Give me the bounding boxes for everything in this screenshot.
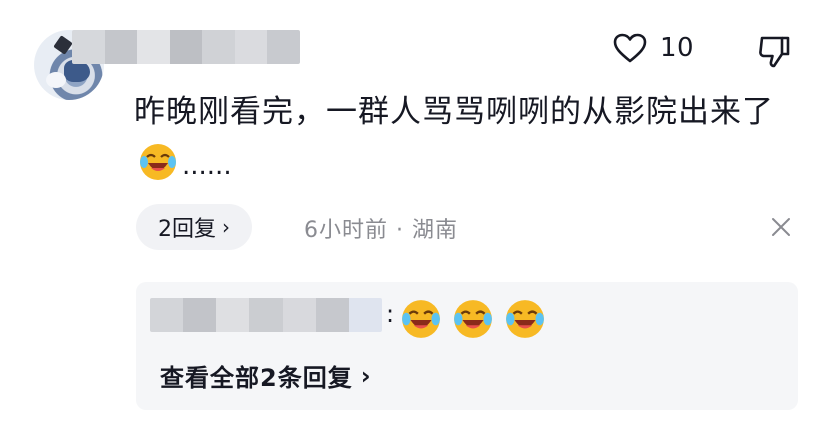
laughing-crying-emoji-icon [140,144,176,180]
reply-preview[interactable]: : 查看全部2条回复 › [136,282,798,410]
close-icon[interactable] [770,216,792,238]
username-blurred[interactable] [72,30,300,64]
reply-username-blurred[interactable] [150,298,382,332]
reply-colon: : [386,300,395,328]
view-all-replies-link[interactable]: 查看全部2条回复 › [160,358,372,393]
laughing-crying-emoji-icon [402,300,440,338]
like-count: 10 [660,33,695,63]
comment-body: 昨晚刚看完，一群人骂骂咧咧的从影院出来了 ...... [134,86,814,192]
heart-icon[interactable] [612,32,648,64]
reply-count-label: 2回复 [158,217,216,242]
dislike-icon[interactable] [756,34,792,70]
laughing-crying-emoji-icon [506,300,544,338]
comment-meta: 6小时前 · 湖南 [304,218,458,243]
comment-text: 昨晚刚看完，一群人骂骂咧咧的从影院出来了 [134,94,774,130]
chevron-right-icon: › [360,361,372,390]
like-group[interactable]: 10 [612,32,694,64]
reply-count-button[interactable]: 2回复 › [136,204,252,250]
chevron-right-icon: › [222,215,230,239]
laughing-crying-emoji-icon [454,300,492,338]
view-all-replies-label: 查看全部2条回复 [160,364,353,392]
comment-ellipsis: ...... [182,151,232,181]
reply-emojis [400,298,546,340]
